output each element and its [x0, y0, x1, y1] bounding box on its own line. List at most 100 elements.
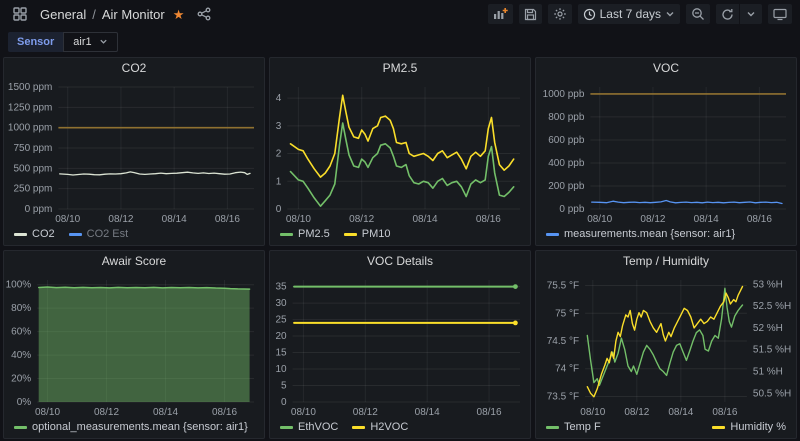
panel-title[interactable]: Awair Score [4, 251, 264, 272]
chart-canvas[interactable]: 08/1008/1208/1408/1673.5 °F74 °F74.5 °F7… [536, 272, 796, 419]
page-title: Air Monitor [102, 7, 165, 22]
refresh-button[interactable] [716, 4, 739, 24]
share-icon[interactable] [192, 4, 216, 24]
y-tick-label: 20% [11, 374, 31, 385]
y-tick-label: 4 [276, 93, 282, 104]
temp-humidity-chart[interactable]: 08/1008/1208/1408/1673.5 °F74 °F74.5 °F7… [536, 272, 796, 419]
y-tick-label: 3 [276, 121, 282, 132]
series-area [39, 287, 250, 402]
y-tick-label: 73.5 °F [547, 391, 579, 402]
sensor-variable-dropdown[interactable]: air1 [63, 32, 117, 52]
sensor-variable: Sensor air1 [8, 32, 118, 52]
y-tick-label: 100% [6, 280, 32, 291]
x-tick-label: 08/10 [587, 214, 612, 225]
y-tick-label: 1000 ppm [8, 123, 52, 134]
co2-chart[interactable]: 08/1008/1208/1408/160 ppm250 ppm500 ppm7… [4, 79, 264, 226]
y-tick-label: 74.5 °F [547, 336, 579, 347]
legend-label: CO2 Est [87, 228, 129, 240]
voc-details-chart[interactable]: 08/1008/1208/1408/1605101520253035 [270, 272, 530, 419]
x-tick-label: 08/10 [580, 407, 605, 418]
chart-canvas[interactable]: 08/1008/1208/1408/160%20%40%60%80%100% [4, 272, 264, 419]
favorite-star-icon[interactable]: ★ [173, 8, 185, 21]
x-tick-label: 08/12 [640, 214, 665, 225]
sensor-variable-value: air1 [73, 36, 91, 48]
series-line [291, 95, 514, 177]
panel-legend: optional_measurements.mean {sensor: air1… [4, 419, 264, 438]
y-tick-label: 35 [275, 282, 287, 293]
panel-title[interactable]: CO2 [4, 58, 264, 79]
y-tick-label: 75 °F [555, 308, 579, 319]
legend-item[interactable]: Temp F [546, 421, 601, 433]
variables-bar: Sensor air1 [0, 28, 800, 55]
y-right-tick-label: 53 %H [753, 279, 783, 290]
panel-title[interactable]: VOC [536, 58, 796, 79]
legend-item[interactable]: EthVOC [280, 421, 338, 433]
zoom-out-button[interactable] [686, 4, 710, 24]
x-tick-label: 08/12 [624, 407, 649, 418]
chart-canvas[interactable]: 08/1008/1208/1408/160 ppb200 ppb400 ppb6… [536, 79, 796, 226]
legend-item[interactable]: H2VOC [352, 421, 408, 433]
y-tick-label: 0% [17, 397, 32, 408]
x-tick-label: 08/14 [415, 407, 440, 418]
panel-temp-humidity: Temp / Humidity 08/1008/1208/1408/1673.5… [535, 250, 797, 439]
legend-swatch-icon [280, 426, 293, 429]
series-line [592, 201, 782, 204]
legend-item[interactable]: optional_measurements.mean {sensor: air1… [14, 421, 248, 433]
series-line [60, 172, 250, 175]
panel-title[interactable]: Temp / Humidity [536, 251, 796, 272]
breadcrumb-section[interactable]: General [40, 7, 86, 22]
series-line [587, 288, 742, 385]
chevron-down-icon [665, 9, 675, 19]
legend-item[interactable]: PM2.5 [280, 228, 330, 240]
y-right-tick-label: 52 %H [753, 323, 783, 334]
add-panel-button[interactable] [488, 4, 513, 24]
breadcrumb[interactable]: General / Air Monitor [40, 7, 165, 22]
y-tick-label: 0 [281, 397, 287, 408]
panel-awair-score: Awair Score 08/1008/1208/1408/160%20%40%… [3, 250, 265, 439]
legend-swatch-icon [546, 233, 559, 236]
y-tick-label: 25 [275, 315, 287, 326]
legend-item[interactable]: CO2 [14, 228, 55, 240]
x-tick-label: 08/10 [55, 214, 80, 225]
awair-score-chart[interactable]: 08/1008/1208/1408/160%20%40%60%80%100% [4, 272, 264, 419]
legend-item[interactable]: Humidity % [712, 421, 786, 433]
legend-label: optional_measurements.mean {sensor: air1… [32, 421, 248, 433]
refresh-interval-dropdown[interactable] [740, 4, 762, 24]
x-tick-label: 08/12 [94, 407, 119, 418]
y-right-tick-label: 51 %H [753, 367, 783, 378]
y-tick-label: 10 [275, 364, 287, 375]
panel-legend: CO2 CO2 Est [4, 226, 264, 245]
panel-legend: EthVOC H2VOC [270, 419, 530, 438]
x-tick-label: 08/16 [477, 407, 502, 418]
legend-item[interactable]: CO2 Est [69, 228, 129, 240]
legend-label: PM10 [362, 228, 391, 240]
chart-canvas[interactable]: 08/1008/1208/1408/1605101520253035 [270, 272, 530, 419]
y-tick-label: 250 ppm [13, 184, 52, 195]
x-tick-label: 08/16 [476, 214, 501, 225]
panel-title[interactable]: VOC Details [270, 251, 530, 272]
sensor-variable-label: Sensor [8, 32, 63, 52]
y-tick-label: 0 ppm [25, 204, 53, 215]
chevron-down-icon [99, 37, 108, 46]
chart-canvas[interactable]: 08/1008/1208/1408/160 ppm250 ppm500 ppm7… [4, 79, 264, 226]
dashboards-grid-icon[interactable] [8, 4, 32, 24]
x-tick-label: 08/12 [108, 214, 133, 225]
panel-legend: Temp F Humidity % [536, 419, 796, 438]
save-dashboard-button[interactable] [519, 4, 542, 24]
time-range-picker[interactable]: Last 7 days [578, 4, 680, 24]
pm25-chart[interactable]: 08/1008/1208/1408/1601234 [270, 79, 530, 226]
tv-kiosk-mode-button[interactable] [768, 4, 792, 24]
y-tick-label: 74 °F [555, 364, 579, 375]
y-tick-label: 1250 ppm [8, 102, 52, 113]
y-tick-label: 80% [11, 303, 31, 314]
legend-item[interactable]: measurements.mean {sensor: air1} [546, 228, 735, 240]
x-tick-label: 08/12 [353, 407, 378, 418]
y-tick-label: 800 ppb [548, 112, 585, 123]
legend-item[interactable]: PM10 [344, 228, 391, 240]
chart-canvas[interactable]: 08/1008/1208/1408/1601234 [270, 79, 530, 226]
voc-chart[interactable]: 08/1008/1208/1408/160 ppb200 ppb400 ppb6… [536, 79, 796, 226]
dashboard-grid: CO2 08/1008/1208/1408/160 ppm250 ppm500 … [0, 55, 800, 441]
panel-voc: VOC 08/1008/1208/1408/160 ppb200 ppb400 … [535, 57, 797, 246]
panel-title[interactable]: PM2.5 [270, 58, 530, 79]
dashboard-settings-button[interactable] [548, 4, 572, 24]
